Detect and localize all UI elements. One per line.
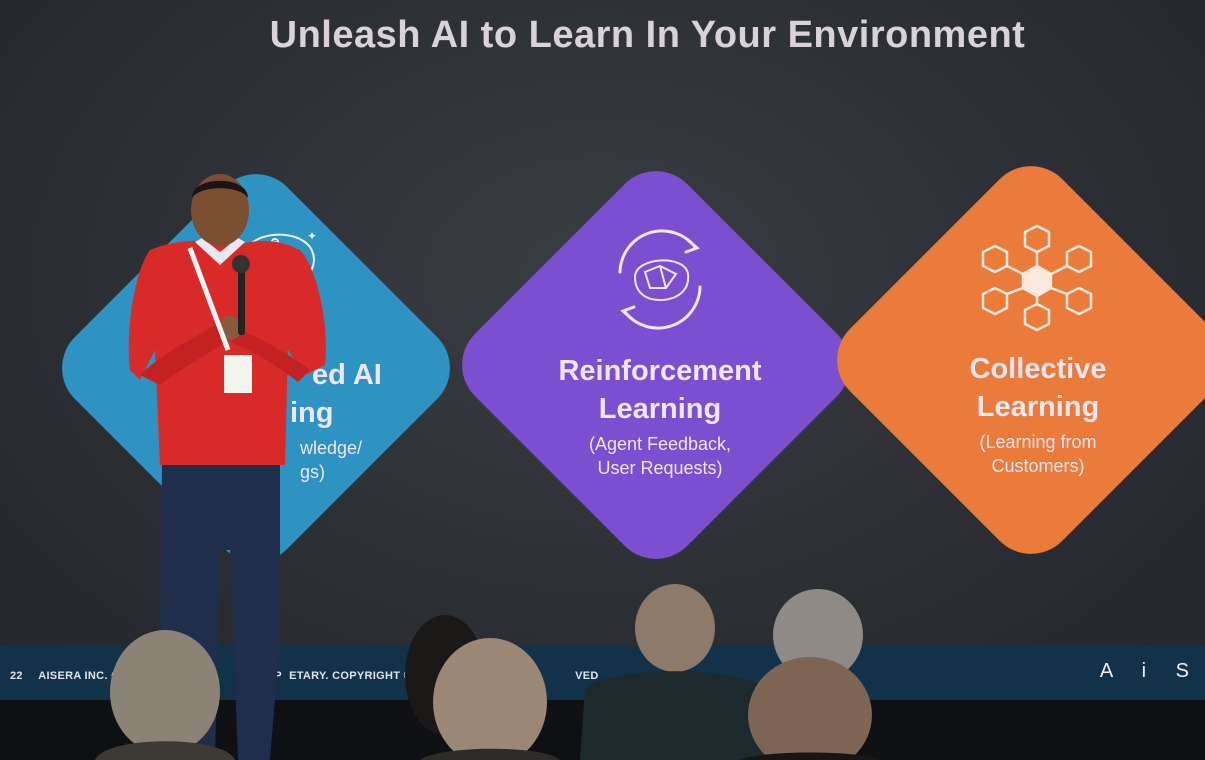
card-2-sub-2: User Requests) xyxy=(597,458,723,478)
card-collective-text: Collective Learning (Learning from Custo… xyxy=(888,350,1188,478)
card-3-sub-1: (Learning from xyxy=(979,432,1097,452)
card-2-sub-1: (Agent Feedback, xyxy=(588,434,732,454)
card-3-heading-2: Learning xyxy=(976,391,1100,423)
cube-network-icon xyxy=(981,224,1093,332)
card-2-heading-2: Learning xyxy=(598,393,722,425)
card-3-sub-2: Customers) xyxy=(991,456,1085,476)
brain-cycle-icon xyxy=(618,229,702,330)
card-2-heading-1: Reinforcement xyxy=(558,355,762,387)
slide-title: Unleash AI to Learn In Your Environment xyxy=(269,14,1026,56)
card-3-heading-1: Collective xyxy=(969,353,1107,385)
audience xyxy=(95,584,880,760)
photo-scene: Unleash AI to Learn In Your Environment … xyxy=(0,0,1205,760)
card-reinforcement-text: Reinforcement Learning (Agent Feedback, … xyxy=(510,352,810,480)
